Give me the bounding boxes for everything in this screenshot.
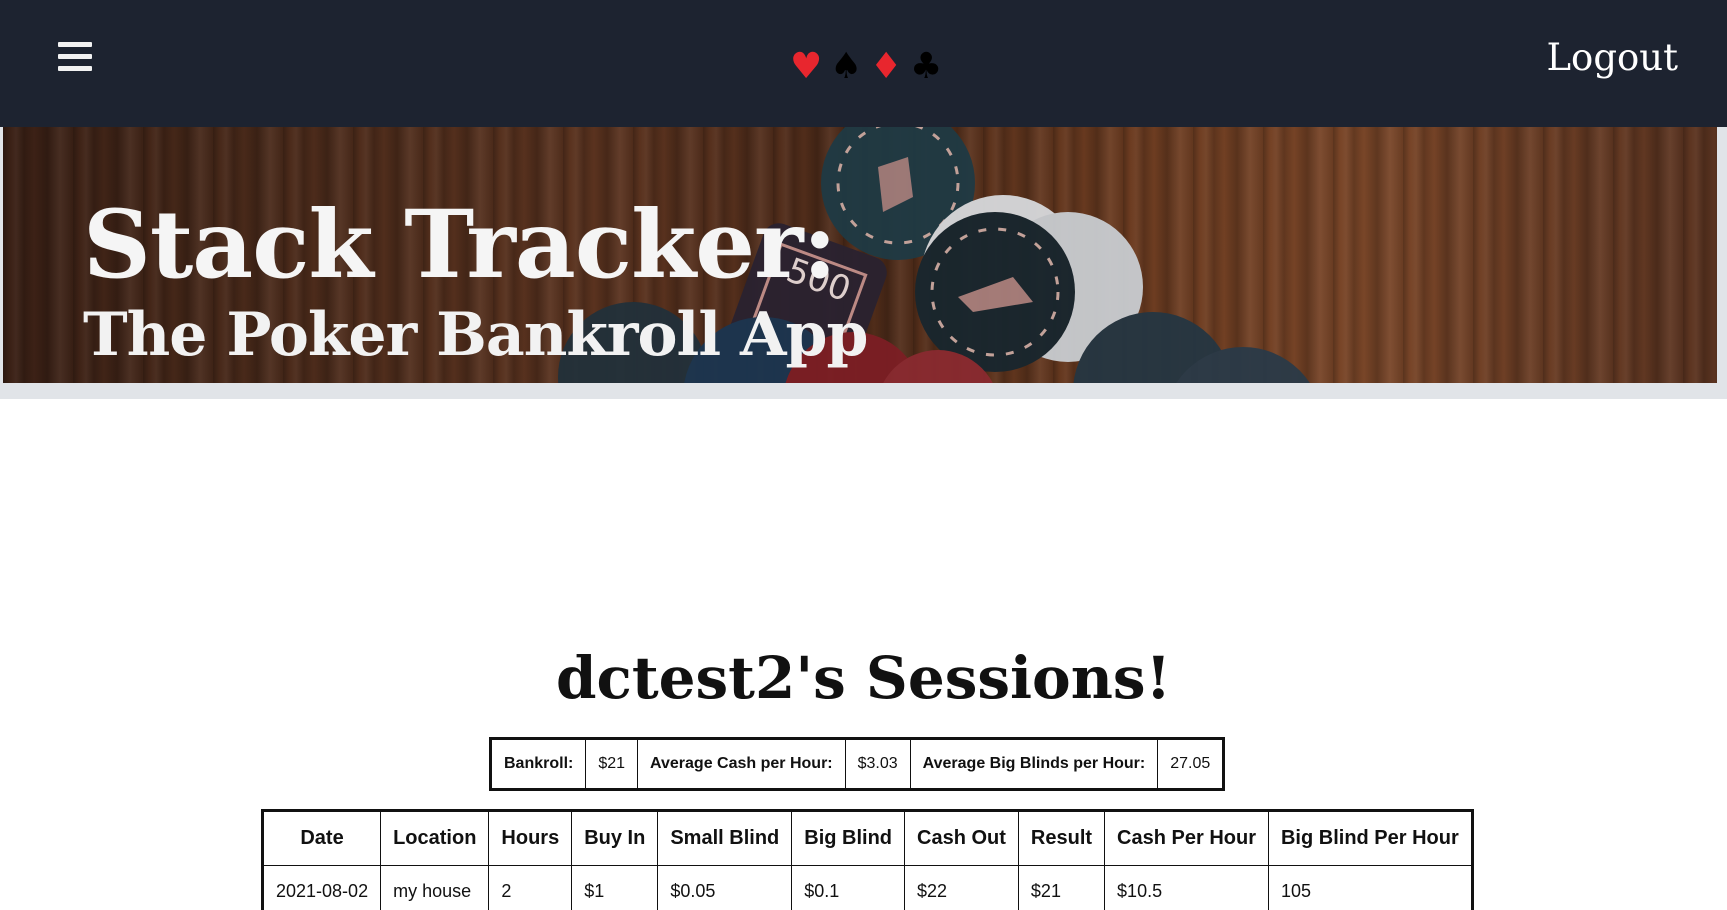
table-cell: my house [380, 865, 490, 910]
logout-link[interactable]: Logout [1546, 36, 1678, 79]
hero-title: Stack Tracker: [83, 190, 837, 300]
column-header-hours: Hours [488, 810, 573, 866]
heart-icon: ♥ [790, 46, 823, 87]
table-cell: $10.5 [1104, 865, 1269, 910]
diamond-icon: ♦ [870, 46, 903, 87]
column-header-buy-in: Buy In [571, 810, 659, 866]
club-icon: ♣ [910, 46, 943, 87]
sessions-table: Date Location Hours Buy In Small Blind B… [261, 809, 1474, 910]
table-cell: $0.05 [657, 865, 793, 910]
table-cell: 2 [488, 865, 573, 910]
table-cell: $0.1 [791, 865, 906, 910]
column-header-small-blind: Small Blind [657, 810, 793, 866]
column-header-date: Date [261, 810, 382, 866]
avg-bb-label: Average Big Blinds per Hour: [909, 738, 1159, 790]
stats-table: Bankroll: $21 Average Cash per Hour: $3.… [489, 737, 1226, 791]
page-title: dctest2's Sessions! [555, 644, 1172, 712]
hamburger-menu-icon[interactable] [58, 42, 92, 72]
table-header-row: Date Location Hours Buy In Small Blind B… [261, 810, 1473, 866]
column-header-big-blind-per-hour: Big Blind Per Hour [1267, 810, 1473, 866]
column-header-big-blind: Big Blind [791, 810, 906, 866]
table-row[interactable]: 2021-08-02 my house 2 $1 $0.05 $0.1 $22 … [261, 865, 1473, 910]
table-cell: 105 [1267, 865, 1473, 910]
column-header-result: Result [1017, 810, 1106, 866]
avg-bb-value: 27.05 [1157, 738, 1225, 790]
table-cell: $21 [1017, 865, 1106, 910]
avg-cash-label: Average Cash per Hour: [637, 738, 846, 790]
hero-subtitle: The Poker Bankroll App [83, 300, 868, 370]
table-cell: 2021-08-02 [261, 865, 382, 910]
spade-icon: ♠ [830, 46, 863, 87]
stats-row: Bankroll: $21 Average Cash per Hour: $3.… [489, 738, 1225, 790]
column-header-location: Location [380, 810, 490, 866]
table-cell: $22 [904, 865, 1019, 910]
bankroll-value: $21 [585, 738, 639, 790]
bankroll-label: Bankroll: [489, 738, 587, 790]
hero-banner: 500 Stack Tracker: The Poker Bankroll Ap… [3, 127, 1717, 383]
column-header-cash-out: Cash Out [904, 810, 1019, 866]
column-header-cash-per-hour: Cash Per Hour [1104, 810, 1269, 866]
table-cell: $1 [571, 865, 659, 910]
top-navbar: ♥ ♠ ♦ ♣ Logout [0, 0, 1727, 127]
card-suits-logo: ♥ ♠ ♦ ♣ [790, 42, 943, 92]
avg-cash-value: $3.03 [844, 738, 911, 790]
